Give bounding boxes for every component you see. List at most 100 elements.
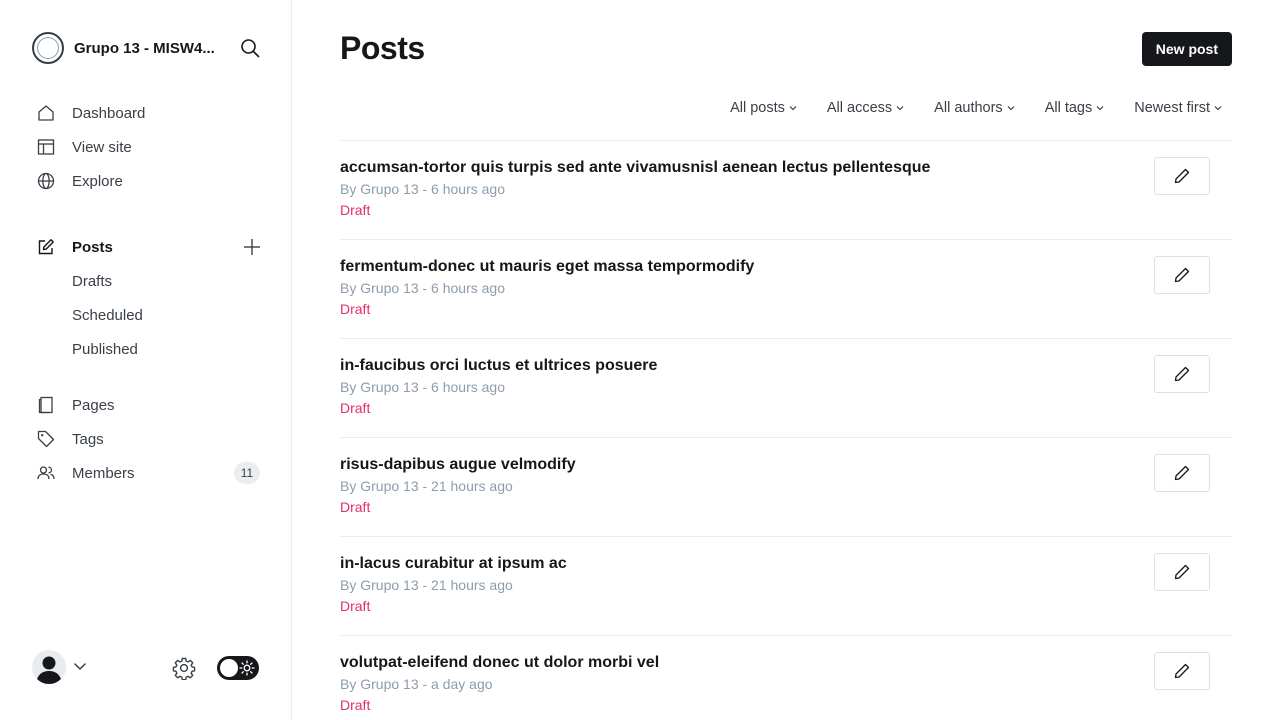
post-status: Draft — [340, 499, 371, 515]
post-status: Draft — [340, 301, 371, 317]
filter-type-label: All posts — [730, 100, 785, 116]
chevron-down-icon — [1096, 106, 1104, 111]
filter-access-label: All access — [826, 100, 893, 116]
chevron-down-icon — [1214, 106, 1222, 111]
post-title[interactable]: risus-dapibus augue velmodify — [340, 456, 576, 474]
add-post-icon[interactable] — [242, 237, 262, 257]
edit-icon — [36, 237, 56, 257]
nav-tags[interactable]: Tags — [32, 422, 264, 456]
pencil-icon — [1174, 564, 1190, 580]
post-meta: By Grupo 13 - 6 hours ago — [340, 379, 505, 395]
nav-scheduled-label: Scheduled — [72, 306, 143, 324]
nav-dashboard-label: Dashboard — [72, 104, 146, 122]
site-brand[interactable]: Grupo 13 - MISW4... — [32, 32, 262, 64]
chevron-down-icon — [896, 106, 904, 111]
user-avatar[interactable] — [32, 650, 66, 684]
nav-posts-label: Posts — [72, 238, 113, 256]
edit-post-button[interactable] — [1154, 454, 1210, 492]
post-title[interactable]: in-faucibus orci luctus et ultrices posu… — [340, 357, 657, 375]
nav-explore[interactable]: Explore — [32, 164, 264, 198]
filter-sort-label: Newest first — [1134, 100, 1210, 116]
chevron-down-icon — [1007, 106, 1015, 111]
sidebar-footer — [32, 650, 260, 686]
filter-type[interactable]: All posts — [730, 100, 797, 116]
post-meta: By Grupo 13 - 6 hours ago — [340, 280, 505, 296]
nav-dashboard[interactable]: Dashboard — [32, 96, 264, 130]
post-status: Draft — [340, 598, 371, 614]
nav-tags-label: Tags — [72, 430, 104, 448]
post-status: Draft — [340, 202, 371, 218]
post-meta: By Grupo 13 - a day ago — [340, 676, 493, 692]
nav-view-site[interactable]: View site — [32, 130, 264, 164]
post-status: Draft — [340, 697, 371, 713]
post-row[interactable]: accumsan-tortor quis turpis sed ante viv… — [340, 141, 1232, 240]
filter-authors-label: All authors — [934, 100, 1003, 116]
filter-sort[interactable]: Newest first — [1134, 100, 1222, 116]
members-icon — [36, 463, 56, 483]
nav-scheduled[interactable]: Scheduled — [32, 298, 264, 332]
pencil-icon — [1174, 465, 1190, 481]
pencil-icon — [1174, 366, 1190, 382]
layout-icon — [36, 137, 56, 157]
theme-toggle[interactable] — [217, 656, 259, 680]
edit-post-button[interactable] — [1154, 652, 1210, 690]
nav-explore-label: Explore — [72, 172, 123, 190]
post-row[interactable]: risus-dapibus augue velmodify By Grupo 1… — [340, 438, 1232, 537]
site-logo — [32, 32, 64, 64]
nav-drafts[interactable]: Drafts — [32, 264, 264, 298]
chevron-down-icon — [789, 106, 797, 111]
site-title: Grupo 13 - MISW4... — [74, 39, 215, 57]
nav-pages[interactable]: Pages — [32, 388, 264, 422]
gear-icon[interactable] — [172, 656, 196, 681]
sidebar: Grupo 13 - MISW4... Dashboard View site … — [0, 0, 292, 720]
primary-nav: Dashboard View site Explore — [32, 96, 264, 198]
tag-icon — [36, 429, 56, 449]
nav-published-label: Published — [72, 340, 138, 358]
edit-post-button[interactable] — [1154, 553, 1210, 591]
filter-access[interactable]: All access — [827, 100, 904, 116]
post-meta: By Grupo 13 - 21 hours ago — [340, 478, 513, 494]
home-icon — [36, 103, 56, 123]
edit-post-button[interactable] — [1154, 157, 1210, 195]
filter-tags-label: All tags — [1044, 100, 1093, 116]
new-post-button[interactable]: New post — [1141, 32, 1232, 66]
post-meta: By Grupo 13 - 6 hours ago — [340, 181, 505, 197]
members-count-badge: 11 — [234, 462, 260, 484]
post-list: accumsan-tortor quis turpis sed ante viv… — [340, 140, 1232, 720]
post-title[interactable]: accumsan-tortor quis turpis sed ante viv… — [340, 159, 930, 177]
post-row[interactable]: in-faucibus orci luctus et ultrices posu… — [340, 339, 1232, 438]
post-row[interactable]: fermentum-donec ut mauris eget massa tem… — [340, 240, 1232, 339]
content-nav: Pages Tags Members 11 — [32, 388, 264, 490]
pencil-icon — [1174, 267, 1190, 283]
post-title[interactable]: in-lacus curabitur at ipsum ac — [340, 555, 567, 573]
nav-pages-label: Pages — [72, 396, 115, 414]
nav-members[interactable]: Members 11 — [32, 456, 264, 490]
filter-authors[interactable]: All authors — [934, 100, 1015, 116]
nav-posts[interactable]: Posts — [32, 230, 264, 264]
page-icon — [36, 395, 56, 415]
sun-icon — [239, 660, 255, 676]
search-icon[interactable] — [238, 36, 262, 60]
edit-post-button[interactable] — [1154, 355, 1210, 393]
filter-bar: All posts All access All authors All tag… — [730, 100, 1222, 116]
nav-drafts-label: Drafts — [72, 272, 113, 290]
post-status: Draft — [340, 400, 371, 416]
filter-tags[interactable]: All tags — [1045, 100, 1105, 116]
globe-icon — [36, 171, 56, 191]
posts-nav: Posts Drafts Scheduled Published — [32, 230, 264, 366]
post-title[interactable]: fermentum-donec ut mauris eget massa tem… — [340, 258, 754, 276]
post-meta: By Grupo 13 - 21 hours ago — [340, 577, 513, 593]
toggle-knob — [220, 659, 238, 677]
post-row[interactable]: in-lacus curabitur at ipsum ac By Grupo … — [340, 537, 1232, 636]
chevron-down-icon[interactable] — [72, 658, 88, 674]
page-title: Posts — [340, 30, 425, 66]
post-row[interactable]: volutpat-eleifend donec ut dolor morbi v… — [340, 636, 1232, 720]
post-title[interactable]: volutpat-eleifend donec ut dolor morbi v… — [340, 654, 659, 672]
nav-members-label: Members — [72, 464, 135, 482]
nav-published[interactable]: Published — [32, 332, 264, 366]
pencil-icon — [1174, 663, 1190, 679]
pencil-icon — [1174, 168, 1190, 184]
main-content: Posts New post All posts All access All … — [340, 0, 1232, 720]
edit-post-button[interactable] — [1154, 256, 1210, 294]
nav-view-site-label: View site — [72, 138, 132, 156]
